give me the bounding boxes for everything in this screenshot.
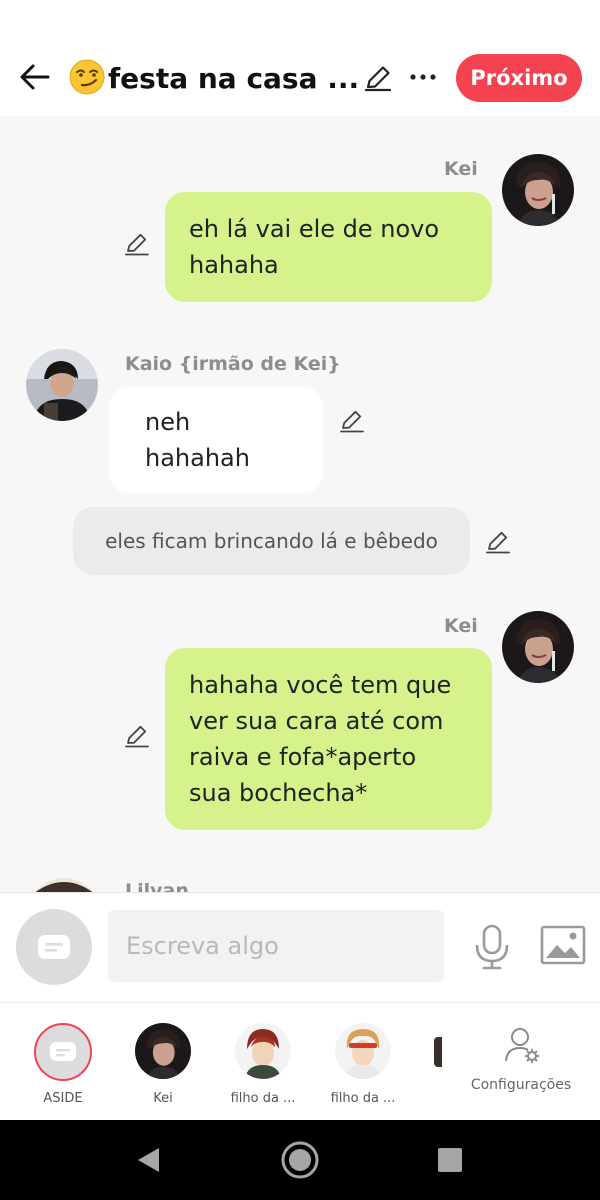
- narration-bubble[interactable]: eles ficam brincando lá e bêbedo: [73, 507, 470, 575]
- avatar-kei[interactable]: [502, 154, 574, 226]
- message-line: eh lá vai ele de novo: [189, 215, 440, 243]
- message-author: Kaio {irmão de Kei}: [125, 353, 341, 375]
- character-label: filho da ...: [230, 1091, 296, 1106]
- character-selector: ASIDE Kei filho da ... filho da ... Conf…: [0, 1002, 600, 1120]
- chat-area: Kei eh lá vai ele de novo hahaha Kaio {i…: [0, 116, 600, 892]
- message-line: ver sua cara até com: [189, 707, 444, 735]
- back-arrow-icon[interactable]: [18, 60, 52, 94]
- edit-message-icon[interactable]: [484, 528, 512, 556]
- message-author: Kei: [444, 158, 478, 180]
- edit-pencil-icon[interactable]: [362, 62, 394, 94]
- next-button[interactable]: Próximo: [456, 54, 582, 102]
- message-bubble-kei[interactable]: eh lá vai ele de novo hahaha: [165, 192, 492, 302]
- character-avatar: [335, 1023, 391, 1079]
- character-label: filho da ...: [330, 1091, 396, 1106]
- composer-bar: [0, 892, 600, 1002]
- edit-message-icon[interactable]: [338, 407, 366, 435]
- message-line: hahaha: [189, 251, 279, 279]
- message-bubble-kei[interactable]: hahaha você tem que ver sua cara até com…: [165, 648, 492, 830]
- more-options-icon[interactable]: [408, 62, 438, 92]
- message-line: sua bochecha*: [189, 779, 368, 807]
- microphone-icon[interactable]: [472, 923, 512, 971]
- nav-back-icon[interactable]: [134, 1145, 164, 1175]
- user-settings-icon: [505, 1028, 540, 1064]
- settings-button[interactable]: Configurações: [462, 1003, 580, 1121]
- smirk-emoji-icon: [69, 59, 105, 95]
- edit-message-icon[interactable]: [123, 722, 151, 750]
- nav-recents-icon[interactable]: [436, 1146, 464, 1174]
- message-line: raiva e fofa*aperto: [189, 743, 417, 771]
- story-title[interactable]: festa na casa ...: [68, 58, 359, 99]
- image-icon[interactable]: [540, 925, 586, 965]
- character-filho-1[interactable]: filho da ...: [218, 1003, 308, 1121]
- aside-avatar: [34, 1023, 92, 1081]
- avatar-kei[interactable]: [502, 611, 574, 683]
- aside-toggle-button[interactable]: [16, 909, 92, 985]
- system-navigation-bar: [0, 1120, 600, 1200]
- app-header: festa na casa ... Próximo: [0, 0, 600, 116]
- character-label: ASIDE: [43, 1091, 83, 1106]
- avatar-kaio[interactable]: [26, 349, 98, 421]
- nav-home-icon[interactable]: [280, 1140, 320, 1180]
- chat-bubble-icon: [38, 935, 70, 959]
- title-text: festa na casa ...: [108, 62, 360, 95]
- message-bubble-kaio[interactable]: neh hahahah: [109, 387, 323, 493]
- avatar-lilyan[interactable]: [28, 878, 100, 892]
- character-kei[interactable]: Kei: [118, 1003, 208, 1121]
- character-filho-2[interactable]: filho da ...: [318, 1003, 408, 1121]
- chat-bubble-icon: [50, 1042, 76, 1061]
- character-avatar: [235, 1023, 291, 1079]
- edit-message-icon[interactable]: [123, 230, 151, 258]
- character-aside[interactable]: ASIDE: [18, 1003, 108, 1121]
- settings-label: Configurações: [470, 1077, 572, 1093]
- character-label: Kei: [153, 1091, 173, 1106]
- character-partial-avatar[interactable]: [434, 1037, 442, 1067]
- message-author: Lilyan: [125, 880, 189, 892]
- message-line: hahaha você tem que: [189, 671, 452, 699]
- message-author: Kei: [444, 615, 478, 637]
- message-input[interactable]: [108, 910, 444, 982]
- character-avatar: [135, 1023, 191, 1079]
